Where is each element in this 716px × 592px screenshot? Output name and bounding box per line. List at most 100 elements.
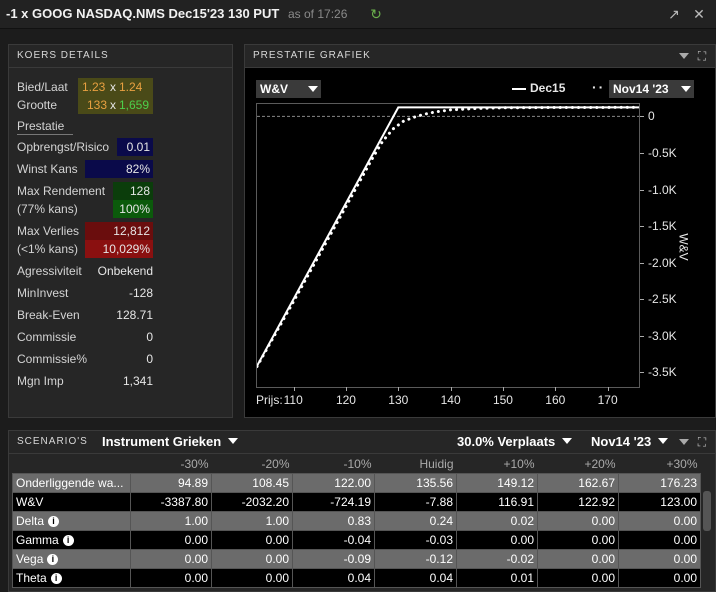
x-tick-mark [345,387,347,391]
scenarios-panel: SCENARIO'S Instrument Grieken 30.0% Verp… [8,430,716,592]
legend-solid-swatch [512,88,526,90]
table-row[interactable]: Onderliggende wa... 94.89 108.45 122.00 135.… [12,473,701,493]
shift-dropdown[interactable]: 30.0% Verplaats [457,434,572,449]
scenarios-title: SCENARIO'S [17,436,88,447]
y-tick-mark [640,335,644,337]
refresh-icon[interactable]: ↻ [367,5,385,23]
column-header: -10% [343,457,372,471]
x-tick-label: 160 [545,393,566,407]
bid-size: 133 [87,98,108,112]
table-cell: 0.00 [537,530,619,550]
table-cell: 162.67 [537,473,619,493]
max-return-prob-label: (77% kans) [17,202,78,216]
row-label: Onderliggende wa... [16,476,124,490]
table-cell: -0.09 [292,549,375,569]
table-cell: 0.00 [211,549,293,569]
metric-dropdown[interactable]: W&V [256,80,321,98]
table-cell: 116.91 [456,492,538,512]
quote-details-header: KOERS DETAILS [9,45,232,68]
table-cell: 94.89 [130,473,212,493]
breakeven-label: Break-Even [17,308,80,322]
breakeven-value: 128.71 [116,308,153,322]
x-tick-mark [398,387,400,391]
popout-icon[interactable]: ↗ [665,5,683,23]
chevron-down-icon [681,86,691,92]
y-tick-label: 0 [648,109,655,124]
x-tick-label: 150 [492,393,513,407]
info-icon[interactable]: i [48,516,60,528]
table-row[interactable]: Gamma i 0.00 0.00 -0.04 -0.03 0.00 0.00 0.00 [12,530,701,550]
y-tick-label: -1.0K [648,182,677,197]
table-cell: 1.00 [130,511,212,531]
performance-chart-header: PRESTATIE GRAFIEK [245,45,715,68]
table-cell: 0.00 [130,530,212,550]
scenario-date-dropdown[interactable]: Nov14 '23 [591,434,668,449]
column-header: Huidig [419,457,454,471]
max-loss-value: 12,812 [85,222,153,240]
table-cell: 108.45 [211,473,293,493]
scrollbar[interactable] [703,491,711,531]
info-icon[interactable]: i [50,573,62,585]
table-cell: 0.00 [618,511,701,531]
column-header: +20% [584,457,616,471]
x-tick-mark [450,387,452,391]
instrument-greeks-label: Instrument Grieken [102,434,222,449]
y-tick-mark [640,372,644,374]
x-axis-prefix: Prijs: [256,393,283,407]
date-dropdown[interactable]: Nov14 '23 [609,80,694,98]
table-cell: -7.88 [374,492,457,512]
table-row[interactable]: Vega i 0.00 0.00 -0.09 -0.12 -0.02 0.00 0.00 [12,549,701,569]
chevron-down-icon [561,438,572,444]
info-icon[interactable]: i [47,554,59,566]
y-tick-label: -3.0K [648,328,677,343]
x-tick-mark [502,387,504,391]
row-label: Delta [16,514,45,528]
panel-menu-icon[interactable] [679,439,689,445]
legend-dotted-swatch: ·· [592,79,606,95]
row-label: W&V [16,495,44,509]
table-cell: 0.02 [456,511,538,531]
table-cell: -724.19 [292,492,375,512]
x-tick-label: 110 [283,393,303,407]
y-tick-mark [640,262,644,264]
close-icon[interactable]: ✕ [690,5,708,23]
y-tick-label: -2.0K [648,255,677,270]
margin-impact-value: 1,341 [122,374,153,388]
y-tick-mark [640,152,644,154]
instrument-greeks-dropdown[interactable]: Instrument Grieken [102,434,238,449]
y-tick-mark [640,116,644,118]
table-cell: 122.92 [537,492,619,512]
panel-menu-icon[interactable] [679,53,689,59]
max-return-label: Max Rendement [17,184,106,198]
return-risk-label: Opbrengst/Risico [17,140,110,154]
table-row[interactable]: W&V -3387.80 -2032.20 -724.19 -7.88 116.91 122… [12,492,701,512]
expand-icon[interactable]: ⛶ [693,47,711,65]
table-row[interactable]: Delta i 1.00 1.00 0.83 0.24 0.02 0.00 0.00 [12,511,701,531]
bid-ask-label: Bied/Laat [17,80,68,94]
table-cell: -2032.20 [211,492,293,512]
series-line-nov14 [257,105,639,368]
return-risk-value: 0.01 [117,138,153,156]
table-cell: 0.00 [537,511,619,531]
window-title: -1 x GOOG NASDAQ.NMS Dec15'23 130 PUT [6,6,280,21]
table-cell: -0.02 [456,549,538,569]
info-icon[interactable]: i [62,535,74,547]
chevron-down-icon [308,86,318,92]
column-header-blank [13,455,131,474]
min-invest-label: MinInvest [17,286,69,300]
max-return-prob-value: 100% [113,200,153,218]
x-tick-label: 130 [388,393,409,407]
chart-svg [257,105,639,368]
row-label: Theta [16,571,47,585]
column-header: -20% [261,457,290,471]
y-tick-label: -3.5K [648,365,677,380]
bid-price: 1.23 [82,80,106,94]
expand-icon[interactable]: ⛶ [693,433,711,451]
y-tick-mark [640,299,644,301]
scenario-table: -30% -20% -10% Huidig +10% +20% +30% Onderligg… [12,455,701,588]
table-cell: 0.24 [374,511,457,531]
ask-size: 1,659 [119,98,150,112]
shift-label: 30.0% Verplaats [457,434,556,449]
chart-area[interactable] [256,103,640,388]
x-tick-label: 120 [335,393,356,407]
